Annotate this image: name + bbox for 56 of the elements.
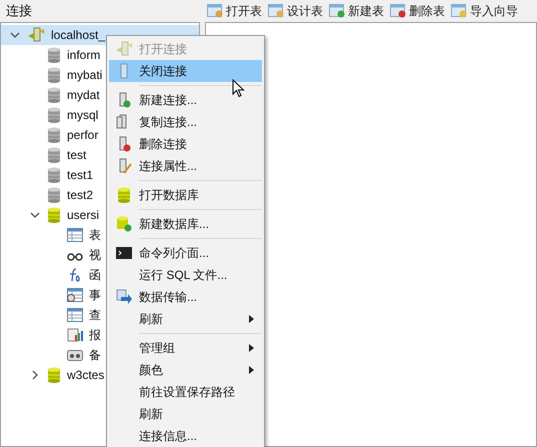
menu-item[interactable]: 数据传输... (109, 286, 262, 308)
database-icon (47, 107, 61, 123)
menu-item[interactable]: 颜色 (109, 359, 262, 381)
grid-icon (67, 308, 83, 322)
tape-icon (67, 348, 83, 362)
database-icon (47, 167, 61, 183)
database-icon (47, 147, 61, 163)
menu-item[interactable]: 新建连接... (109, 89, 262, 111)
database-icon (47, 67, 61, 83)
table-icon (67, 228, 83, 242)
menu-item[interactable]: 连接信息... (109, 425, 262, 447)
menu-item[interactable]: 管理组 (109, 337, 262, 359)
submenu-arrow-icon (249, 315, 254, 323)
menu-item[interactable]: 前往设置保存路径 (109, 381, 262, 403)
database-icon (117, 187, 131, 203)
table-icon (390, 4, 406, 18)
database-icon (47, 207, 61, 223)
table-icon (268, 4, 284, 18)
connection-icon (27, 27, 45, 43)
menu-item[interactable]: 打开数据库 (109, 184, 262, 206)
toolbar-button[interactable]: 导入向导 (451, 2, 518, 20)
server-icon (118, 63, 130, 79)
calendar-icon (67, 288, 83, 302)
database-icon (47, 367, 61, 383)
collapse-chevron-icon[interactable] (30, 210, 40, 220)
database-icon (47, 47, 61, 63)
toolbar-button[interactable]: 删除表 (390, 2, 445, 20)
menu-item[interactable]: 新建数据库... (109, 213, 262, 235)
table-icon (207, 4, 223, 18)
submenu-arrow-icon (249, 366, 254, 374)
menu-item[interactable]: 关闭连接 (109, 60, 262, 82)
panel-title: 连接 (5, 2, 33, 20)
menu-item[interactable]: 删除连接 (109, 133, 262, 155)
database-icon (47, 187, 61, 203)
toolbar-button[interactable]: 打开表 (207, 2, 262, 20)
collapse-chevron-icon[interactable] (10, 30, 20, 40)
chart-icon (67, 328, 83, 342)
table-icon (329, 4, 345, 18)
mouse-cursor-icon (232, 79, 245, 98)
toolbar-button[interactable]: 新建表 (329, 2, 384, 20)
menu-item[interactable]: 复制连接... (109, 111, 262, 133)
menu-item[interactable]: 运行 SQL 文件... (109, 264, 262, 286)
terminal-icon (116, 246, 132, 260)
database-icon (47, 87, 61, 103)
toolbar-button[interactable]: 设计表 (268, 2, 323, 20)
menu-item[interactable]: 命令列介面... (109, 242, 262, 264)
menu-item[interactable]: 连接属性... (109, 155, 262, 177)
expand-chevron-icon[interactable] (30, 370, 40, 380)
menu-item[interactable]: 刷新 (109, 308, 262, 330)
database-icon (47, 127, 61, 143)
table-icon (451, 4, 467, 18)
transfer-icon (116, 289, 132, 305)
menu-item[interactable]: 刷新 (109, 403, 262, 425)
database-add-icon (116, 216, 132, 232)
submenu-arrow-icon (249, 344, 254, 352)
connection-icon (115, 41, 133, 57)
